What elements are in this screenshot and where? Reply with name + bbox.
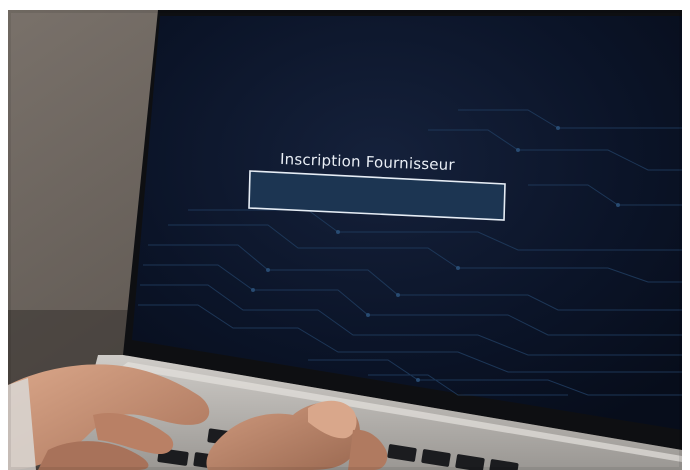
scene-illustration: Inscription Fournisseur bbox=[8, 10, 682, 470]
photo: Inscription Fournisseur bbox=[0, 0, 690, 470]
laptop-scene: Inscription Fournisseur bbox=[8, 10, 682, 470]
